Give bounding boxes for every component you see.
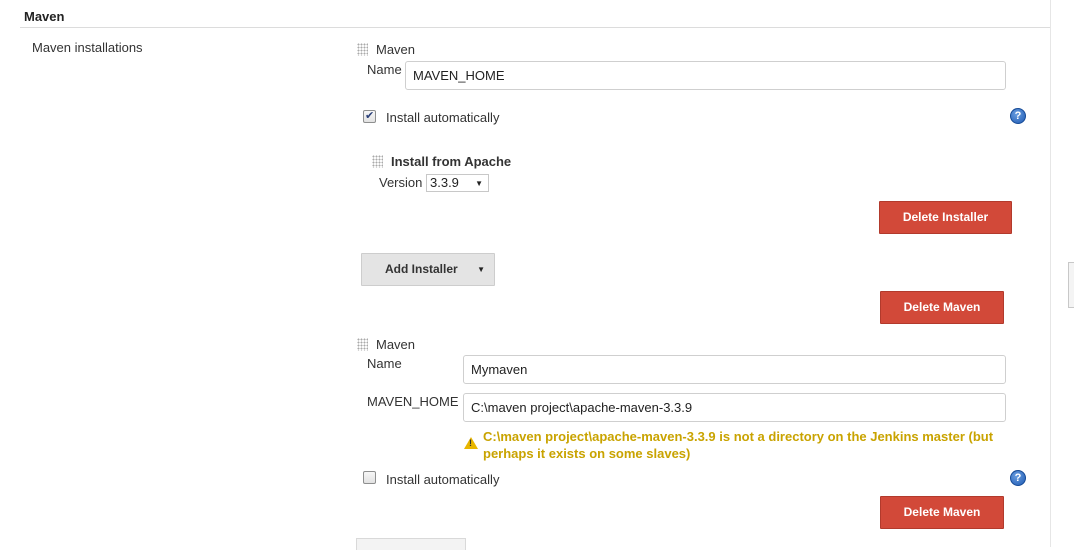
delete-installer-button[interactable]: Delete Installer <box>879 201 1012 234</box>
name-input[interactable]: Mymaven <box>463 355 1006 384</box>
install-automatically-checkbox[interactable]: ✔ <box>363 110 376 123</box>
drag-handle-icon[interactable] <box>357 43 368 56</box>
name-label: Name <box>367 62 402 77</box>
delete-maven-button[interactable]: Delete Maven <box>880 496 1004 529</box>
maven-header: Maven <box>376 337 416 352</box>
section-divider <box>20 27 1050 28</box>
chevron-down-icon: ▼ <box>475 179 483 188</box>
delete-maven-button[interactable]: Delete Maven <box>880 291 1004 324</box>
name-label: Name <box>367 356 402 371</box>
directory-warning-message: C:\maven project\apache-maven-3.3.9 is n… <box>483 429 994 461</box>
version-select-value: 3.3.9 <box>430 175 459 190</box>
chevron-down-icon: ▼ <box>477 265 485 274</box>
drag-handle-icon[interactable] <box>357 338 368 351</box>
maven-home-input[interactable]: C:\maven project\apache-maven-3.3.9 <box>463 393 1006 422</box>
add-maven-button[interactable] <box>356 538 466 550</box>
add-installer-label: Add Installer <box>385 262 458 276</box>
version-select[interactable]: 3.3.9 ▼ <box>426 174 489 192</box>
maven-installations-label: Maven installations <box>32 40 143 55</box>
scrollbar-thumb[interactable] <box>1068 262 1074 308</box>
install-automatically-label: Install automatically <box>386 472 500 487</box>
help-icon[interactable]: ? <box>1010 470 1026 486</box>
drag-handle-icon[interactable] <box>372 155 383 168</box>
warning-icon: ! <box>464 437 478 449</box>
maven-header: Maven <box>376 42 416 57</box>
add-installer-button[interactable]: Add Installer ▼ <box>361 253 495 286</box>
section-title: Maven <box>24 9 65 24</box>
installer-header: Install from Apache <box>391 154 512 169</box>
checkmark-icon: ✔ <box>365 110 375 122</box>
install-automatically-checkbox[interactable] <box>363 471 376 484</box>
name-input[interactable]: MAVEN_HOME <box>405 61 1006 90</box>
install-automatically-label: Install automatically <box>386 110 500 125</box>
help-icon[interactable]: ? <box>1010 108 1026 124</box>
version-label: Version <box>379 175 423 190</box>
maven-home-label: MAVEN_HOME <box>367 394 459 409</box>
page-right-border <box>1050 0 1051 547</box>
